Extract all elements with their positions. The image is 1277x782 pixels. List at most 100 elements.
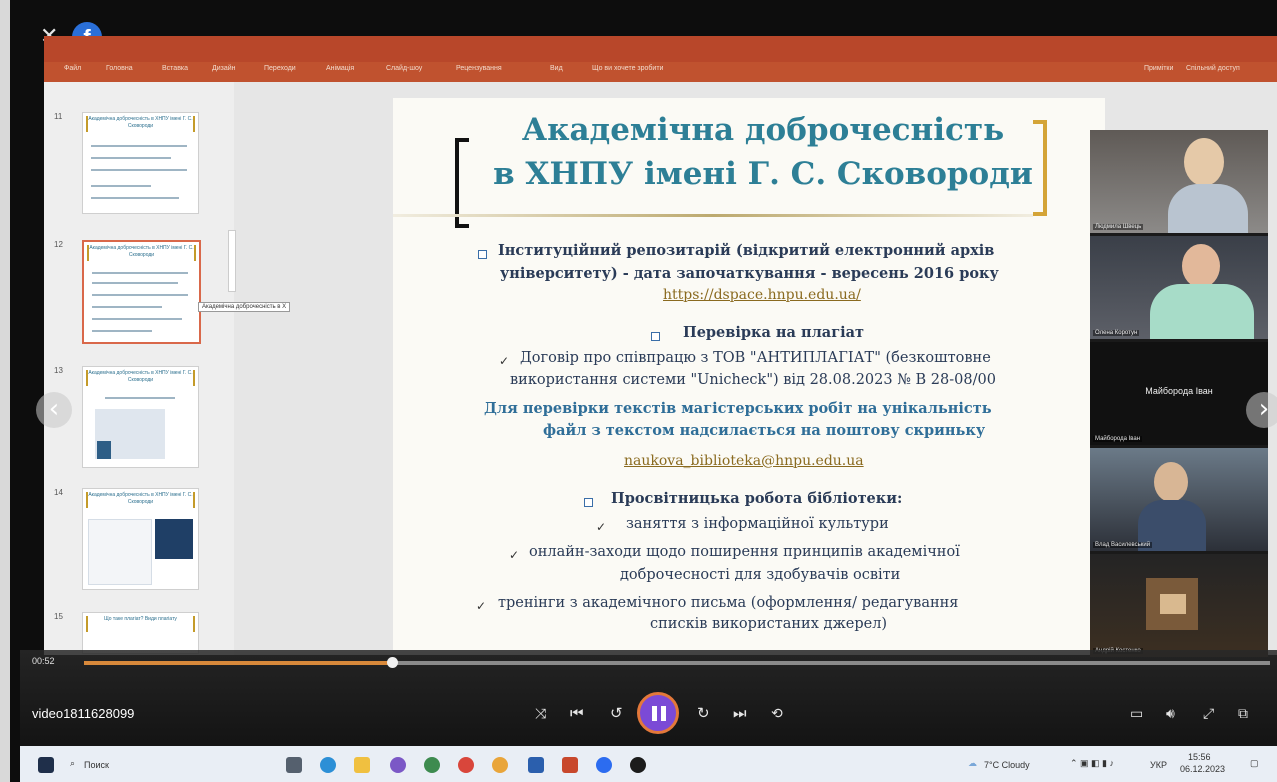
chrome-icon[interactable] — [458, 757, 474, 773]
thumb-line — [91, 169, 187, 171]
slide-title-line1: Академічна доброчесність — [521, 112, 1005, 148]
thumb-number: 14 — [54, 488, 63, 497]
avatar — [1184, 138, 1224, 186]
chrome-icon[interactable] — [424, 757, 440, 773]
skip-next-icon[interactable]: ⏭ — [733, 704, 747, 722]
repository-link[interactable]: https://dspace.hnpu.edu.ua/ — [663, 287, 861, 303]
thumb-title: Академічна доброчесність в ХНПУ імені Г.… — [86, 370, 195, 386]
thumb-number: 15 — [54, 612, 63, 621]
thumb-line — [92, 282, 178, 284]
tab-view[interactable]: Вид — [550, 65, 563, 72]
participant-tile[interactable]: Майборода Іван Майборода Іван — [1090, 342, 1268, 445]
pause-button[interactable] — [637, 692, 679, 734]
avatar — [1154, 462, 1188, 502]
checkmark-icon: ✓ — [596, 520, 607, 534]
fullscreen-icon[interactable]: ⤢ — [1203, 706, 1214, 722]
slide-thumbnail-14[interactable]: Академічна доброчесність в ХНПУ імені Г.… — [82, 488, 199, 590]
thumb-line — [92, 330, 152, 332]
tray-icons[interactable]: ⌃ ▣ ◧ ▮ ♪ — [1070, 758, 1114, 769]
tab-insert[interactable]: Вставка — [162, 65, 188, 72]
next-slide-arrow-icon[interactable]: › — [1246, 392, 1277, 428]
tab-transitions[interactable]: Переходи — [264, 65, 296, 72]
slide-thumbnail-12-selected[interactable]: Академічна доброчесність в ХНПУ імені Г.… — [82, 240, 201, 344]
windows-start-icon[interactable] — [38, 757, 54, 773]
masters-line2: файл з текстом надсилається на поштову с… — [543, 422, 986, 439]
edge-icon[interactable] — [320, 757, 336, 773]
thumb-number: 11 — [54, 112, 63, 121]
file-explorer-icon[interactable] — [354, 757, 370, 773]
thumb-line — [92, 272, 188, 274]
title-rule — [393, 214, 1033, 217]
chrome-icon[interactable] — [492, 757, 508, 773]
tab-slideshow[interactable]: Слайд-шоу — [386, 65, 422, 72]
language-indicator[interactable]: УКР — [1150, 760, 1167, 770]
email-link[interactable]: naukova_biblioteka@hnpu.edu.ua — [624, 453, 864, 469]
taskbar-search[interactable]: Поиск — [84, 760, 109, 770]
thumb-line — [92, 306, 162, 308]
forward-10-icon[interactable]: ↻ — [697, 704, 710, 722]
checkmark-icon: ✓ — [509, 548, 520, 562]
thumb-line — [91, 185, 151, 187]
participant-tile[interactable]: Людмила Швець — [1090, 130, 1268, 233]
task-view-icon[interactable] — [286, 757, 302, 773]
thumb-line — [91, 197, 179, 199]
current-time: 00:52 — [32, 656, 55, 666]
education-header: Просвітницька робота бібліотеки: — [611, 490, 903, 507]
repo-line1: Інституційний репозитарій (відкритий еле… — [498, 242, 995, 259]
zoom-icon[interactable] — [596, 757, 612, 773]
tab-review[interactable]: Рецензування — [456, 65, 502, 72]
participant-tile[interactable]: Влад Василевський — [1090, 448, 1268, 551]
thumbs-scrollbar[interactable] — [228, 230, 236, 292]
participant-tile[interactable]: Олена Коротун — [1090, 236, 1268, 339]
thumb-image — [155, 519, 193, 559]
avatar — [1150, 284, 1254, 339]
tab-animations[interactable]: Анімація — [326, 65, 354, 72]
education-item3-line2: списків використаних джерел) — [650, 616, 888, 632]
volume-icon[interactable]: 🔊︎ — [1166, 706, 1175, 722]
notifications-icon[interactable]: ▢ — [1250, 758, 1259, 769]
checkmark-icon: ✓ — [499, 354, 510, 368]
slide-thumbnail-15[interactable]: Що таке плагіат? Види плагіату — [82, 612, 199, 654]
contract-line1: Договір про співпрацю з ТОВ "АНТИПЛАГІАТ… — [520, 350, 991, 366]
taskbar-search-icon[interactable]: ⌕ — [70, 758, 75, 769]
cast-icon[interactable]: ▭ — [1130, 706, 1143, 722]
square-bullet-icon — [478, 250, 487, 259]
contract-line2: використання системи "Unicheck") від 28.… — [510, 372, 996, 388]
word-icon[interactable] — [528, 757, 544, 773]
weather-text: 7°C Cloudy — [984, 760, 1030, 770]
slide-title-line2: в ХНПУ імені Г. С. Сковороди — [493, 156, 1033, 192]
clock-time[interactable]: 15:56 — [1188, 752, 1211, 762]
participant-tile[interactable]: Андрій Костенко — [1090, 554, 1268, 657]
avatar — [1168, 184, 1248, 233]
skip-previous-icon[interactable]: ⏮ — [570, 704, 584, 722]
tab-file[interactable]: Файл — [64, 65, 81, 72]
slide-thumbnail-11[interactable]: Академічна доброчесність в ХНПУ імені Г.… — [82, 112, 199, 214]
slide-thumbnail-13[interactable]: Академічна доброчесність в ХНПУ імені Г.… — [82, 366, 199, 468]
shuffle-icon[interactable]: ⤨ — [535, 706, 546, 722]
repeat-icon[interactable]: ⟲ — [771, 706, 783, 722]
viber-icon[interactable] — [390, 757, 406, 773]
comments-button[interactable]: Примітки — [1144, 65, 1173, 72]
ppt-ribbon: Файл Головна Вставка Дизайн Переходи Ані… — [44, 62, 1277, 82]
thumb-title: Академічна доброчесність в ХНПУ імені Г.… — [86, 492, 195, 508]
participant-name: Влад Василевський — [1093, 542, 1153, 548]
thumb-number: 13 — [54, 366, 63, 375]
clock-date[interactable]: 06.12.2023 — [1180, 764, 1225, 774]
education-item1: заняття з інформаційної культури — [626, 516, 889, 532]
education-item2-line2: доброчесності для здобувачів освіти — [620, 567, 901, 583]
masters-line1: Для перевірки текстів магістерських робі… — [484, 400, 992, 417]
powerpoint-icon[interactable] — [562, 757, 578, 773]
participant-name: Майборода Іван — [1093, 436, 1143, 442]
square-bullet-icon — [651, 332, 660, 341]
avatar — [1160, 594, 1186, 614]
weather-icon: ☁ — [968, 758, 977, 768]
rewind-10-icon[interactable]: ↺ — [610, 704, 623, 722]
progress-fill — [84, 661, 393, 665]
previous-slide-arrow-icon[interactable]: ‹ — [36, 392, 72, 428]
share-button[interactable]: Спільний доступ — [1186, 65, 1240, 72]
tell-me-search[interactable]: Що ви хочете зробити — [592, 65, 663, 72]
picture-in-picture-icon[interactable]: ⧉ — [1238, 706, 1248, 722]
tab-home[interactable]: Головна — [106, 65, 133, 72]
tab-design[interactable]: Дизайн — [212, 65, 236, 72]
media-player-icon[interactable] — [630, 757, 646, 773]
